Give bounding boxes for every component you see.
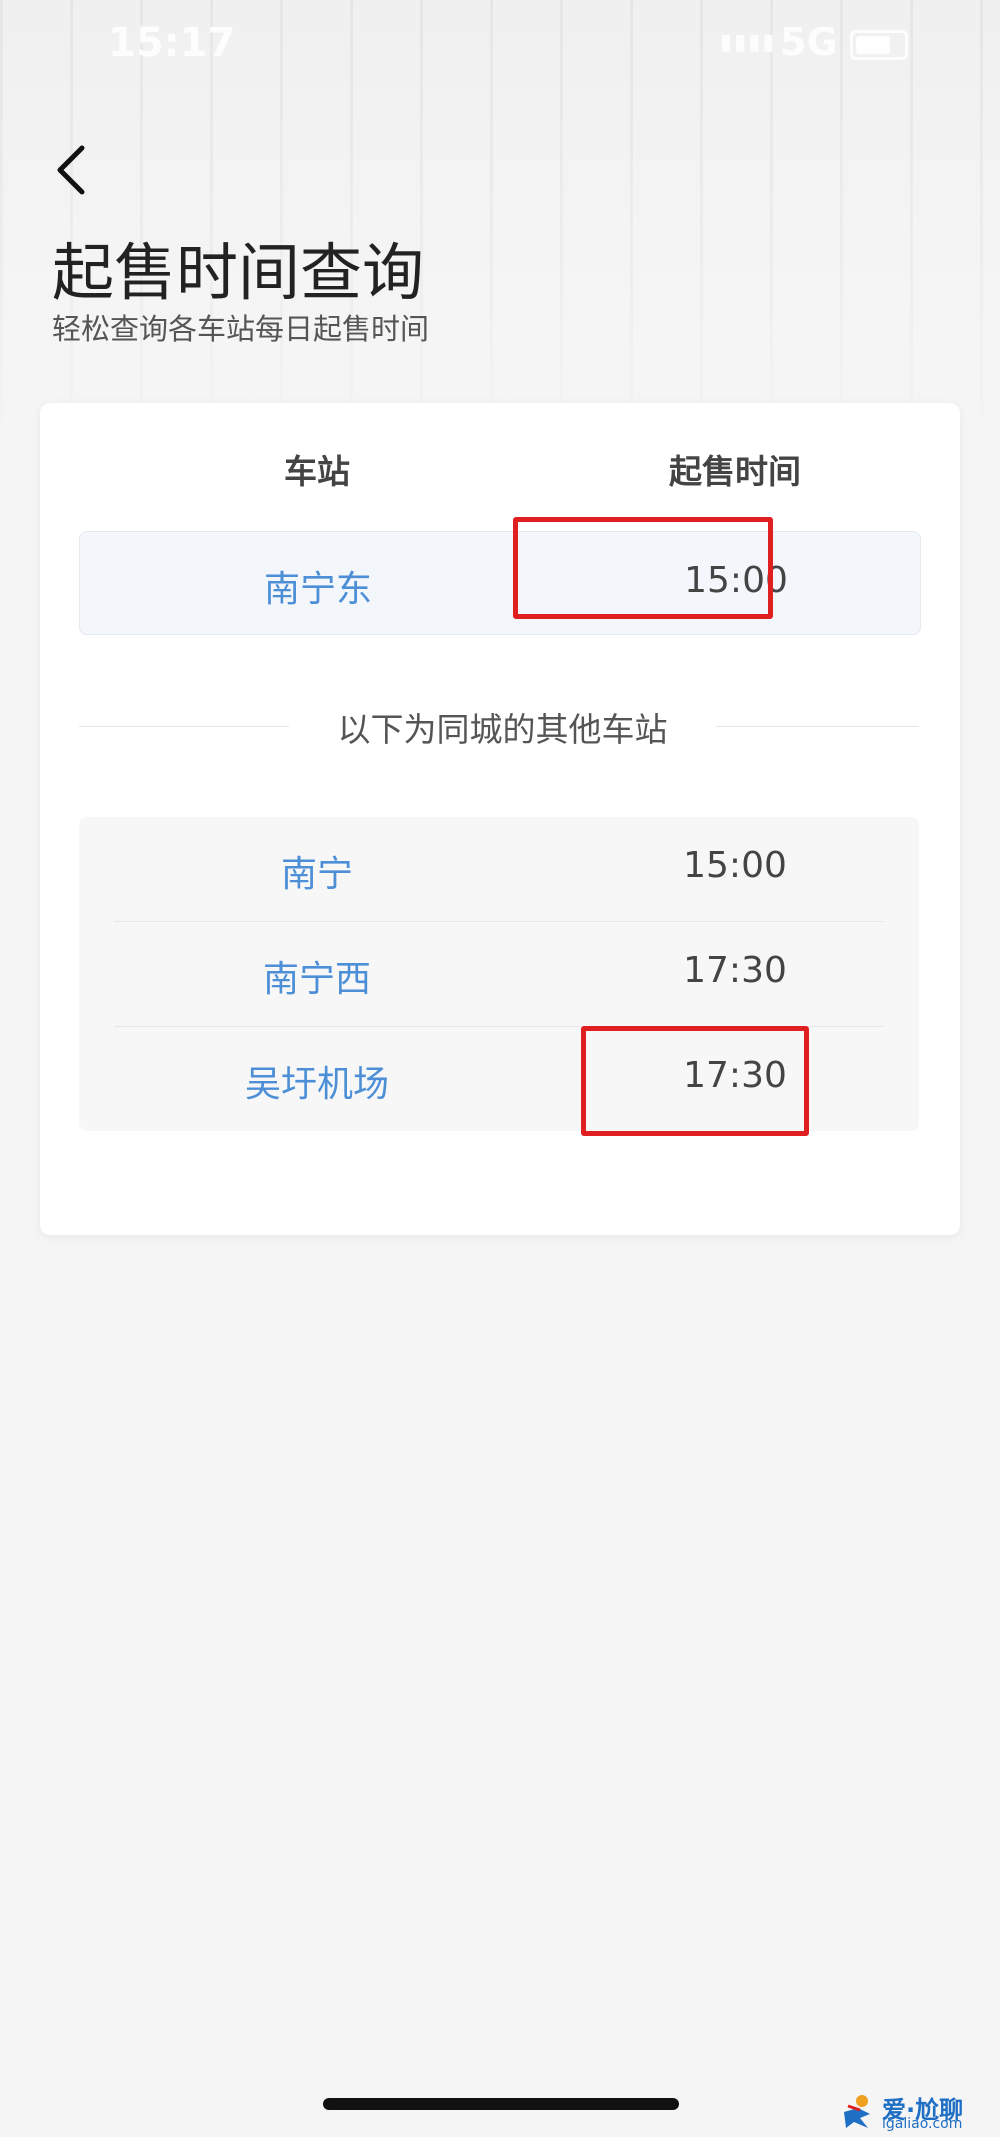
page-title: 起售时间查询 xyxy=(52,236,425,309)
column-header-sale-time: 起售时间 xyxy=(669,452,801,491)
page-subtitle: 轻松查询各车站每日起售时间 xyxy=(52,312,430,346)
status-bar: 15:17 ▮▮▮▮ 5G xyxy=(0,0,1000,90)
station-name[interactable]: 南宁西 xyxy=(167,950,467,1002)
primary-station-row: 南宁东 15:00 xyxy=(79,531,921,635)
list-item: 南宁 15:00 xyxy=(79,817,919,922)
same-city-divider: 以下为同城的其他车站 xyxy=(337,710,668,749)
home-indicator[interactable] xyxy=(323,2098,679,2110)
result-card: 车站 起售时间 南宁东 15:00 以下为同城的其他车站 南宁 15:00 南宁… xyxy=(40,403,960,1235)
sale-time: 17:30 xyxy=(683,950,787,991)
station-name[interactable]: 南宁东 xyxy=(168,560,468,612)
list-item: 南宁西 17:30 xyxy=(79,922,919,1027)
watermark-url: igaliao.com xyxy=(882,2116,963,2132)
signal-bars-icon: ▮▮▮▮ xyxy=(720,30,777,55)
highlight-box xyxy=(513,517,773,619)
back-button[interactable] xyxy=(48,140,98,200)
station-name[interactable]: 南宁 xyxy=(167,845,467,897)
sale-time: 15:00 xyxy=(683,845,787,886)
column-header-station: 车站 xyxy=(284,452,350,491)
mascot-logo-icon xyxy=(844,2095,870,2128)
watermark: 爱·尬聊 igaliao.com xyxy=(838,2090,998,2134)
status-time: 15:17 xyxy=(108,20,236,66)
station-name[interactable]: 吴圩机场 xyxy=(167,1055,467,1107)
highlight-box xyxy=(581,1026,809,1136)
chevron-left-icon xyxy=(57,145,85,195)
divider-line xyxy=(79,726,289,727)
battery-icon xyxy=(850,30,908,60)
divider-line xyxy=(716,726,919,727)
network-type: 5G xyxy=(780,20,838,64)
